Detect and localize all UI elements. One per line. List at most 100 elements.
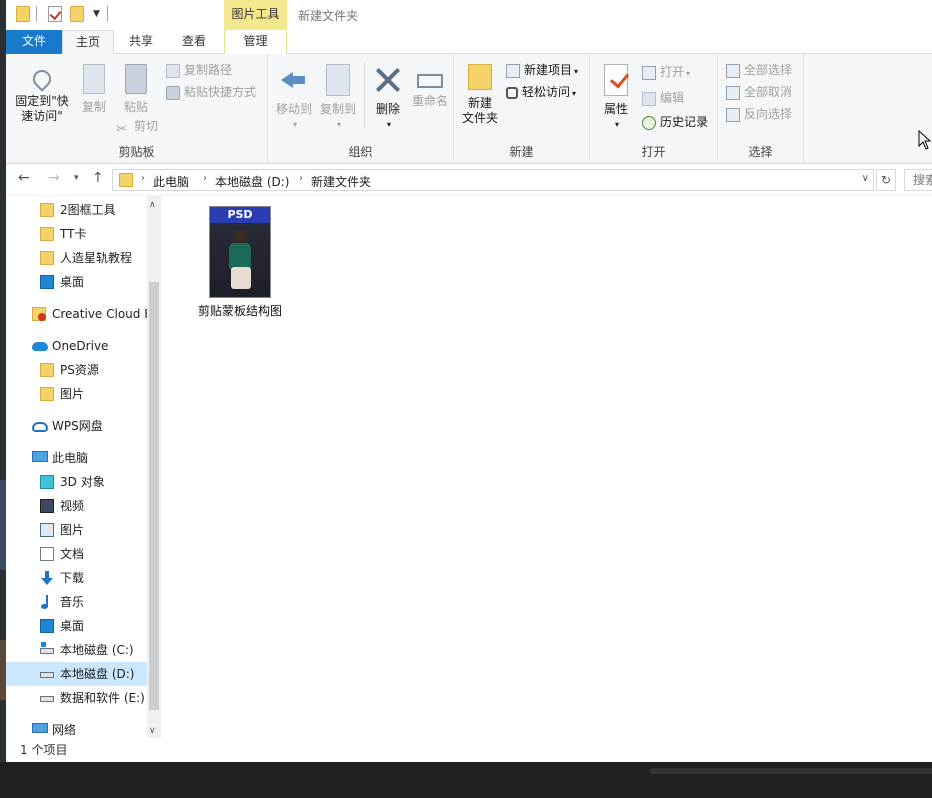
nav-item-network[interactable]: 网络 xyxy=(32,718,152,738)
new-folder-quick-icon[interactable] xyxy=(70,6,84,22)
up-button[interactable]: ↑ xyxy=(92,170,104,186)
rename-label: 重命名 xyxy=(411,94,448,108)
nav-label: 数据和软件 (E:) xyxy=(60,691,145,705)
invert-selection-button[interactable]: 反向选择 xyxy=(726,104,792,124)
nav-item-documents[interactable]: 文档 xyxy=(40,542,150,566)
nav-label: OneDrive xyxy=(52,339,109,353)
nav-item-pictures[interactable]: 图片 xyxy=(40,518,150,542)
nav-label: 下载 xyxy=(60,571,85,585)
nav-item-star-trail-tutorial[interactable]: 人造星轨教程 xyxy=(40,246,150,270)
properties-icon xyxy=(604,64,628,96)
edit-icon xyxy=(642,91,656,106)
copy-to-button[interactable]: 复制到 ▾ xyxy=(316,64,360,132)
nav-item-wps-cloud[interactable]: WPS网盘 xyxy=(32,414,152,438)
nav-item-drive-c[interactable]: 本地磁盘 (C:) xyxy=(40,638,150,662)
nav-label: 此电脑 xyxy=(52,451,89,465)
nav-item-videos[interactable]: 视频 xyxy=(40,494,150,518)
clipboard-group-label: 剪贴板 xyxy=(118,145,155,159)
delete-button[interactable]: 删除 ▾ xyxy=(368,64,408,132)
thumbnail-figure xyxy=(226,229,254,293)
breadcrumb-chevron-icon[interactable]: › xyxy=(203,173,207,184)
address-bar-row: ← → ▾ ↑ › 此电脑 › 本地磁盘 (D:) › 新建文件夹 ∨ ↻ 搜索 xyxy=(6,164,932,196)
cut-button[interactable]: ✂ 剪切 xyxy=(116,116,159,137)
scroll-down-icon[interactable]: ∨ xyxy=(149,726,156,736)
select-group-label: 选择 xyxy=(748,145,773,159)
rename-button[interactable]: 重命名 xyxy=(408,64,452,109)
breadcrumb-this-pc[interactable]: 此电脑 xyxy=(153,173,189,190)
title-bar: ▼ 图片工具 新建文件夹 xyxy=(6,0,932,30)
tab-view[interactable]: 查看 xyxy=(168,30,220,54)
edit-button[interactable]: 编辑 xyxy=(642,88,684,108)
nav-label: 2图框工具 xyxy=(60,203,116,217)
paste-shortcut-button[interactable]: 粘贴快捷方式 xyxy=(166,82,256,102)
nav-label: 图片 xyxy=(60,387,85,401)
breadcrumb-new-folder[interactable]: 新建文件夹 xyxy=(311,173,371,190)
select-all-icon xyxy=(726,63,740,78)
nav-label: 文档 xyxy=(60,547,85,561)
nav-item-music[interactable]: 音乐 xyxy=(40,590,150,614)
select-all-label: 全部选择 xyxy=(744,63,793,77)
tab-share[interactable]: 共享 xyxy=(116,30,166,54)
move-to-button[interactable]: 移动到 ▾ xyxy=(272,64,316,132)
nav-label: 桌面 xyxy=(60,619,85,633)
new-folder-button[interactable]: 新建 文件夹 xyxy=(458,64,502,126)
cut-label: 剪切 xyxy=(134,119,159,133)
nav-item-onedrive-pictures[interactable]: 图片 xyxy=(40,382,150,406)
select-none-button[interactable]: 全部取消 xyxy=(726,82,792,102)
address-bar[interactable]: › 此电脑 › 本地磁盘 (D:) › 新建文件夹 ∨ xyxy=(112,169,874,191)
scroll-up-icon[interactable]: ∧ xyxy=(149,200,156,210)
nav-item-this-pc[interactable]: 此电脑 xyxy=(32,446,152,470)
nav-item-drive-d[interactable]: 本地磁盘 (D:) xyxy=(6,662,147,686)
forward-button[interactable]: → xyxy=(48,170,60,186)
scrollbar-thumb[interactable] xyxy=(149,282,159,710)
nav-item-ps-resources[interactable]: PS资源 xyxy=(40,358,150,382)
copy-button[interactable]: 复制 xyxy=(74,64,114,115)
search-input[interactable]: 搜索 xyxy=(904,169,932,191)
properties-button[interactable]: 属性 ▾ xyxy=(596,64,636,132)
new-item-button[interactable]: 新建项目 ▾ xyxy=(506,60,578,80)
breadcrumb-chevron-icon[interactable]: › xyxy=(299,173,303,184)
history-button[interactable]: 历史记录 xyxy=(642,112,708,132)
nav-item-creative-cloud[interactable]: Creative Cloud F xyxy=(32,302,152,326)
folder-icon xyxy=(40,387,54,401)
nav-item-desktop[interactable]: 桌面 xyxy=(40,270,150,294)
nav-scrollbar[interactable]: ∧ ∨ xyxy=(147,196,161,738)
recent-locations-chevron-icon[interactable]: ▾ xyxy=(74,173,79,183)
breadcrumb-drive-d[interactable]: 本地磁盘 (D:) xyxy=(215,173,289,190)
nav-item-drive-e[interactable]: 数据和软件 (E:) xyxy=(40,686,150,710)
new-group-label: 新建 xyxy=(509,145,534,159)
tab-file[interactable]: 文件 xyxy=(6,30,62,54)
paste-shortcut-label: 粘贴快捷方式 xyxy=(184,85,257,99)
refresh-button[interactable]: ↻ xyxy=(876,169,896,191)
paste-label: 粘贴 xyxy=(123,100,148,114)
nav-label: 人造星轨教程 xyxy=(60,251,133,265)
breadcrumb-chevron-icon[interactable]: › xyxy=(141,173,145,184)
nav-label: 本地磁盘 (C:) xyxy=(60,643,134,657)
nav-item-downloads[interactable]: 下载 xyxy=(40,566,150,590)
nav-item-pc-desktop[interactable]: 桌面 xyxy=(40,614,150,638)
chevron-down-icon[interactable]: ∨ xyxy=(862,173,869,184)
easy-access-button[interactable]: 轻松访问 ▾ xyxy=(506,82,576,102)
clipboard-icon xyxy=(125,64,147,94)
file-item[interactable]: PSD 剪贴蒙板结构图 xyxy=(192,206,288,319)
copy-path-label: 复制路径 xyxy=(184,63,233,77)
open-icon xyxy=(642,65,656,80)
open-button[interactable]: 打开 ▾ xyxy=(642,62,690,82)
paste-button[interactable]: 粘贴 xyxy=(114,64,158,115)
back-button[interactable]: ← xyxy=(18,170,30,186)
tab-manage[interactable]: 管理 xyxy=(224,30,287,54)
pin-to-quick-access-button[interactable]: 固定到"快 速访问" xyxy=(10,64,74,124)
properties-quick-icon[interactable] xyxy=(48,6,62,22)
nav-item-3d-objects[interactable]: 3D 对象 xyxy=(40,470,150,494)
nav-item-tt-card[interactable]: TT卡 xyxy=(40,222,150,246)
history-label: 历史记录 xyxy=(660,115,709,129)
select-all-button[interactable]: 全部选择 xyxy=(726,60,792,80)
chevron-down-icon[interactable]: ▼ xyxy=(93,9,100,19)
nav-item-2frame-tools[interactable]: 2图框工具 xyxy=(40,198,150,222)
tab-home[interactable]: 主页 xyxy=(62,30,114,55)
nav-label: WPS网盘 xyxy=(52,419,103,433)
nav-label: 视频 xyxy=(60,499,85,513)
copy-path-button[interactable]: 复制路径 xyxy=(166,60,232,80)
nav-item-onedrive[interactable]: OneDrive xyxy=(32,334,152,358)
scissors-icon: ✂ xyxy=(116,121,127,137)
